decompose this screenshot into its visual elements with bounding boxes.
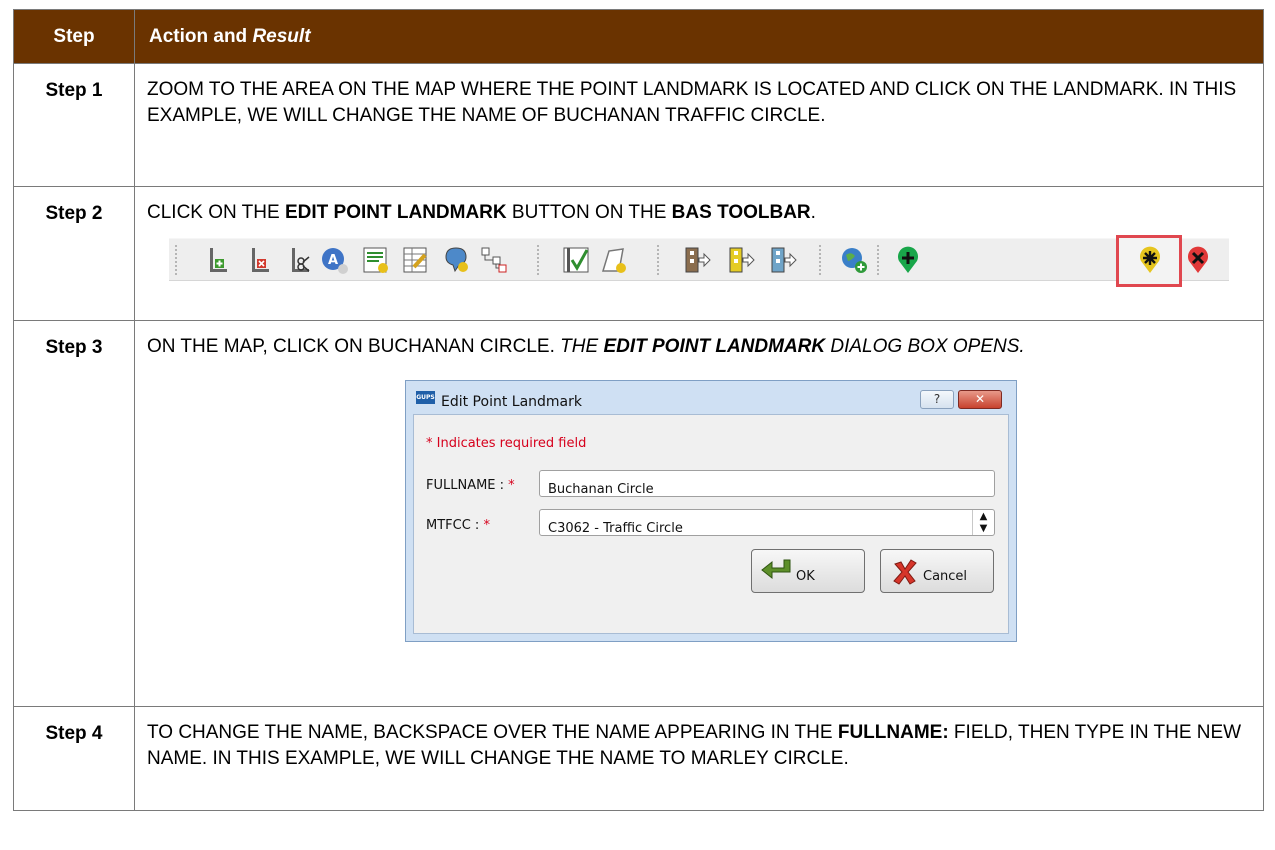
edit-attributes-icon[interactable]: A	[319, 245, 349, 275]
table-row: Step 1 ZOOM TO THE AREA ON THE MAP WHERE…	[13, 63, 1264, 187]
dialog-body: * Indicates required field FULLNAME : * …	[413, 414, 1009, 634]
ok-label: OK	[796, 569, 815, 584]
mtfcc-select[interactable]: C3062 - Traffic Circle ▲ ▼	[539, 509, 995, 536]
export-left-icon[interactable]	[683, 245, 713, 275]
cancel-x-icon	[893, 559, 917, 585]
split-linear-feature-icon[interactable]	[283, 245, 313, 275]
ok-button[interactable]: OK	[751, 549, 865, 593]
add-point-landmark-icon[interactable]	[893, 245, 923, 275]
dialog-title-bar[interactable]: GUPS Edit Point Landmark ? ✕	[406, 381, 1016, 415]
edit-polygon-icon[interactable]	[599, 245, 629, 275]
help-button[interactable]: ?	[920, 390, 954, 409]
table-row: Step 3 ON THE MAP, CLICK ON BUCHANAN CIR…	[13, 320, 1264, 707]
table-row: Step 2 CLICK ON THE EDIT POINT LANDMARK …	[13, 186, 1264, 321]
toolbar-grip[interactable]	[877, 245, 881, 275]
step-label: Step 3	[13, 320, 135, 707]
add-globe-icon[interactable]	[839, 245, 869, 275]
step-label: Step 2	[13, 186, 135, 321]
step-action: CLICK ON THE EDIT POINT LANDMARK BUTTON …	[134, 186, 1264, 321]
export-blue-icon[interactable]	[769, 245, 799, 275]
app-logo-icon: GUPS	[416, 391, 435, 404]
edit-attribute-table-icon[interactable]	[401, 245, 431, 275]
delete-point-landmark-icon[interactable]	[1183, 245, 1213, 275]
edit-point-landmark-dialog: GUPS Edit Point Landmark ? ✕ * Indicates…	[405, 380, 1017, 642]
close-button[interactable]: ✕	[958, 390, 1002, 409]
step-action: TO CHANGE THE NAME, BACKSPACE OVER THE N…	[134, 706, 1264, 811]
cancel-button[interactable]: Cancel	[880, 549, 994, 593]
toolbar-grip[interactable]	[175, 245, 179, 275]
svg-text:A: A	[328, 253, 338, 268]
required-field-note: * Indicates required field	[426, 436, 587, 451]
step-action: ON THE MAP, CLICK ON BUCHANAN CIRCLE. TH…	[134, 320, 1264, 707]
fullname-input[interactable]: Buchanan Circle	[539, 470, 995, 497]
step-label: Step 1	[13, 63, 135, 187]
dialog-title: Edit Point Landmark	[441, 394, 582, 410]
step-action: ZOOM TO THE AREA ON THE MAP WHERE THE PO…	[134, 63, 1264, 187]
instruction-table: Step Action and Result Step 1 ZOOM TO TH…	[13, 9, 1264, 811]
hierarchy-icon[interactable]	[479, 245, 509, 275]
bas-toolbar: A	[169, 235, 1229, 287]
mtfcc-label: MTFCC : *	[426, 518, 490, 533]
delete-linear-feature-icon[interactable]	[243, 245, 273, 275]
add-linear-feature-icon[interactable]	[201, 245, 231, 275]
ok-arrow-icon	[761, 559, 791, 580]
check-boundary-icon[interactable]	[561, 245, 591, 275]
cancel-label: Cancel	[923, 569, 968, 584]
toolbar-grip[interactable]	[657, 245, 661, 275]
edit-area-landmark-icon[interactable]	[361, 245, 391, 275]
edit-area-icon[interactable]	[441, 245, 471, 275]
table-row: Step 4 TO CHANGE THE NAME, BACKSPACE OVE…	[13, 706, 1264, 811]
action-column-header: Action and Result	[134, 9, 1264, 64]
export-yellow-icon[interactable]	[727, 245, 757, 275]
edit-point-landmark-icon[interactable]	[1135, 245, 1165, 275]
toolbar-grip[interactable]	[537, 245, 541, 275]
step-label: Step 4	[13, 706, 135, 811]
fullname-label: FULLNAME : *	[426, 478, 515, 493]
step-column-header: Step	[13, 9, 135, 64]
toolbar-grip[interactable]	[819, 245, 823, 275]
select-arrows-icon: ▲ ▼	[972, 510, 994, 535]
